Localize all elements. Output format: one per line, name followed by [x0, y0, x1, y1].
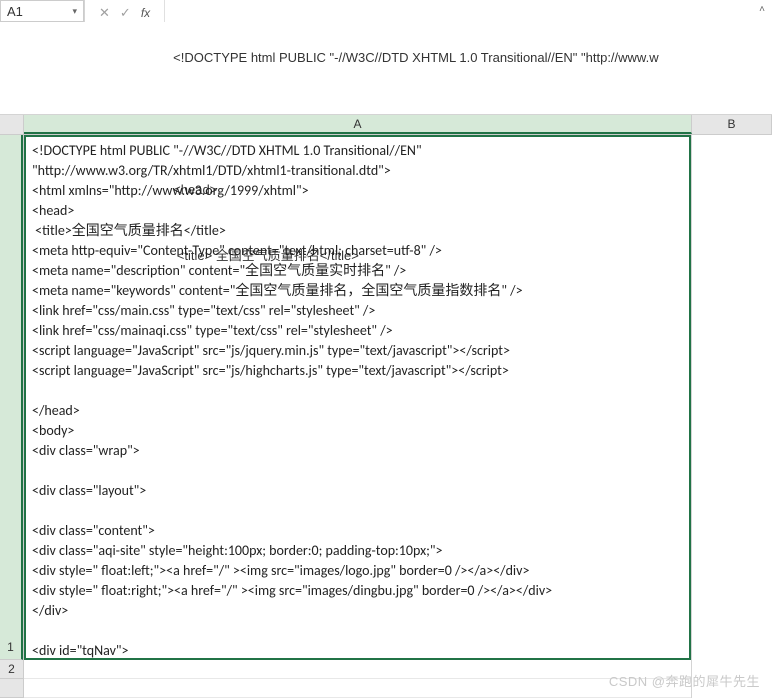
fx-icon[interactable]: fx — [141, 6, 150, 20]
enter-icon[interactable]: ✓ — [120, 5, 131, 21]
cells: <!DOCTYPE html PUBLIC "-//W3C//DTD XHTML… — [24, 135, 772, 698]
cell-A3[interactable] — [24, 679, 691, 698]
row-header-2[interactable]: 2 — [0, 660, 23, 679]
row-headers: 1 2 — [0, 135, 24, 698]
formula-bar-expand[interactable]: ˄ — [752, 0, 772, 15]
row-header-3[interactable] — [0, 679, 23, 698]
column-A-cells: <!DOCTYPE html PUBLIC "-//W3C//DTD XHTML… — [24, 135, 692, 698]
namebox-wrap: A1 ▾ — [0, 0, 85, 22]
column-header-A[interactable]: A — [24, 115, 692, 134]
column-B-cells — [692, 135, 772, 698]
formula-bar-area: A1 ▾ ✕ ✓ fx <!DOCTYPE html PUBLIC "-//W3… — [0, 0, 772, 115]
cell-A1[interactable]: <!DOCTYPE html PUBLIC "-//W3C//DTD XHTML… — [24, 135, 691, 660]
name-box-value: A1 — [7, 4, 23, 19]
chevron-down-icon[interactable]: ▾ — [72, 6, 77, 17]
row-header-1[interactable]: 1 — [0, 135, 23, 660]
formula-line: <!DOCTYPE html PUBLIC "-//W3C//DTD XHTML… — [173, 47, 744, 69]
select-all-corner[interactable] — [0, 115, 24, 134]
cell-A2[interactable] — [24, 660, 691, 679]
chevron-up-icon: ˄ — [759, 4, 765, 15]
column-header-B[interactable]: B — [692, 115, 772, 134]
grid-body: 1 2 <!DOCTYPE html PUBLIC "-//W3C//DTD X… — [0, 135, 772, 698]
cancel-icon[interactable]: ✕ — [99, 5, 110, 21]
formula-bar-controls: ✕ ✓ fx — [85, 0, 165, 22]
name-box[interactable]: A1 ▾ — [0, 0, 84, 22]
column-headers: A B — [0, 115, 772, 135]
